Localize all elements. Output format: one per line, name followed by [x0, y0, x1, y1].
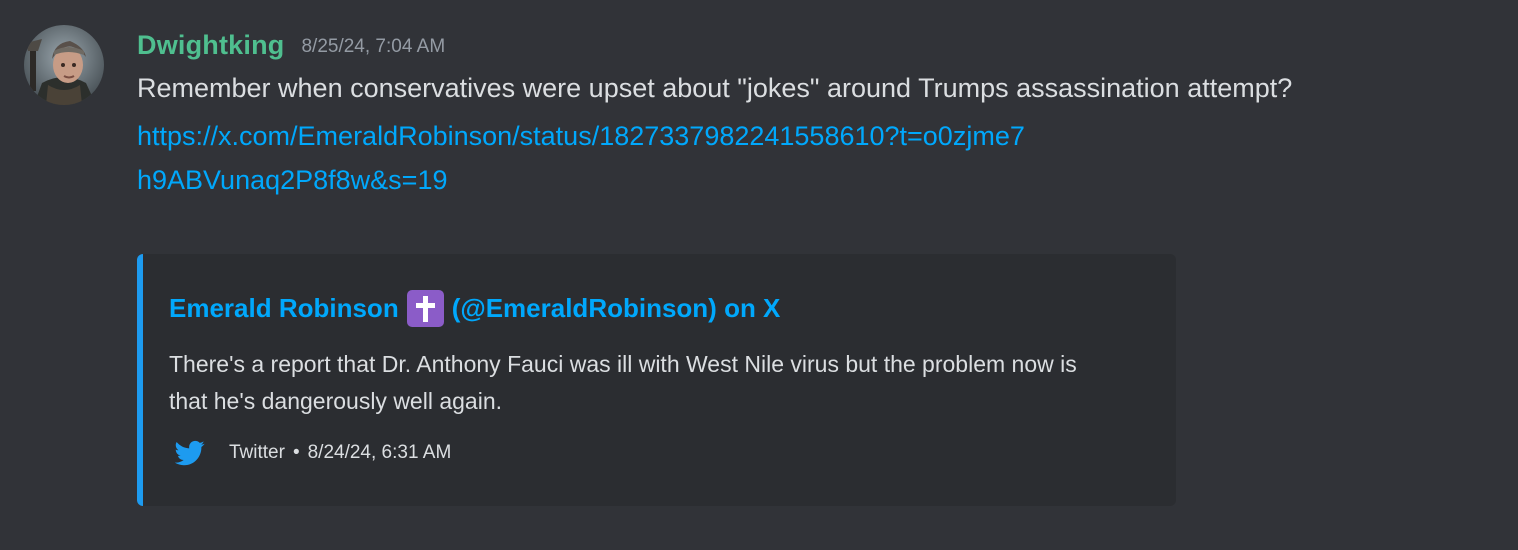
avatar[interactable] [24, 25, 104, 105]
embed-footer-time: 8/24/24, 6:31 AM [307, 442, 452, 463]
embed-description: There's a report that Dr. Anthony Fauci … [169, 351, 1077, 414]
chat-message: Dwightking 8/25/24, 7:04 AM Remember whe… [0, 0, 1518, 550]
username[interactable]: Dwightking [137, 30, 284, 61]
embed-footer: Twitter • 8/24/24, 6:31 AM [175, 438, 451, 468]
message-text: Remember when conservatives were upset a… [137, 73, 1293, 103]
embed-author-handle[interactable]: (@EmeraldRobinson) on X [452, 293, 781, 324]
message-link[interactable]: https://x.com/EmeraldRobinson/status/182… [137, 114, 1037, 202]
embed-author-name[interactable]: Emerald Robinson [169, 293, 399, 324]
embed-footer-separator: • [292, 442, 300, 463]
message-header: Dwightking 8/25/24, 7:04 AM [137, 26, 1387, 64]
twitter-bird-icon [175, 440, 205, 466]
latin-cross-icon [406, 290, 444, 327]
message-timestamp[interactable]: 8/25/24, 7:04 AM [301, 36, 445, 58]
message-content: Dwightking 8/25/24, 7:04 AM Remember whe… [137, 26, 1387, 202]
link-embed: Emerald Robinson (@EmeraldRobinson) on X… [137, 254, 1176, 506]
embed-author[interactable]: Emerald Robinson (@EmeraldRobinson) on X [169, 290, 780, 327]
embed-footer-source: Twitter [229, 442, 285, 463]
